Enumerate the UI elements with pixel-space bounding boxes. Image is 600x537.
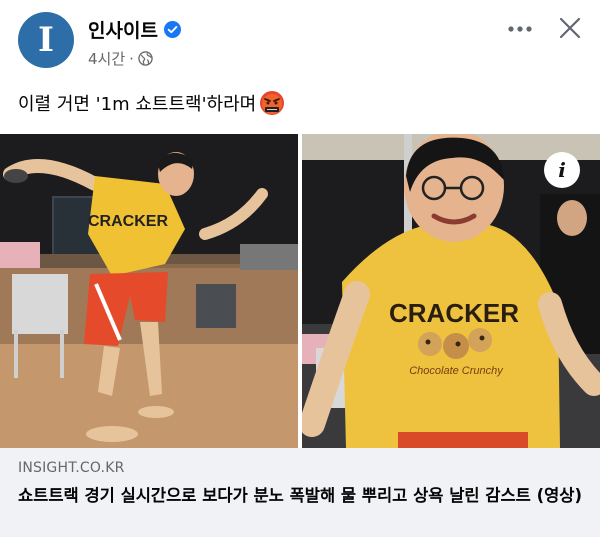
more-horizontal-icon xyxy=(508,26,532,32)
info-icon: i xyxy=(558,158,566,182)
info-button[interactable]: i xyxy=(544,152,580,188)
photo-right-shirt-subtext: Chocolate Crunchy xyxy=(409,365,504,377)
photo-left-image: CRACKER xyxy=(0,134,298,448)
globe-icon[interactable] xyxy=(138,51,153,66)
post-timestamp[interactable]: 4시간 xyxy=(88,48,125,69)
photo-left[interactable]: CRACKER xyxy=(0,134,298,448)
meta-separator: · xyxy=(129,49,134,68)
page-name[interactable]: 인사이트 xyxy=(88,16,158,43)
post-meta: 4시간 · xyxy=(88,48,153,69)
close-icon xyxy=(559,17,581,39)
link-title[interactable]: 쇼트트랙 경기 실시간으로 보다가 분노 폭발해 물 뿌리고 상욕 날린 감스트… xyxy=(18,484,588,508)
angry-face-emoji-icon xyxy=(260,91,285,115)
page-name-row: 인사이트 xyxy=(88,16,181,43)
avatar-letter: I xyxy=(38,20,54,60)
photo-left-shirt-text: CRACKER xyxy=(88,213,168,230)
more-options-button[interactable] xyxy=(500,14,540,44)
post-media[interactable]: CRACKER CRACKER Chocolate Crunchy i xyxy=(0,134,600,448)
link-preview[interactable]: INSIGHT.CO.KR 쇼트트랙 경기 실시간으로 보다가 분노 폭발해 물… xyxy=(0,448,600,537)
link-domain: INSIGHT.CO.KR xyxy=(18,460,125,476)
verified-badge-icon xyxy=(163,21,181,38)
post-caption: 이렬 거면 '1m 쇼트트랙'하라며 xyxy=(18,90,285,116)
post-caption-text: 이렬 거면 '1m 쇼트트랙'하라며 xyxy=(18,94,257,115)
close-button[interactable] xyxy=(552,10,588,46)
page-avatar[interactable]: I xyxy=(18,12,74,68)
photo-right[interactable]: CRACKER Chocolate Crunchy i xyxy=(302,134,600,448)
photo-right-shirt-text: CRACKER xyxy=(389,298,519,328)
post-header: I 인사이트 4시간 · xyxy=(0,0,600,80)
